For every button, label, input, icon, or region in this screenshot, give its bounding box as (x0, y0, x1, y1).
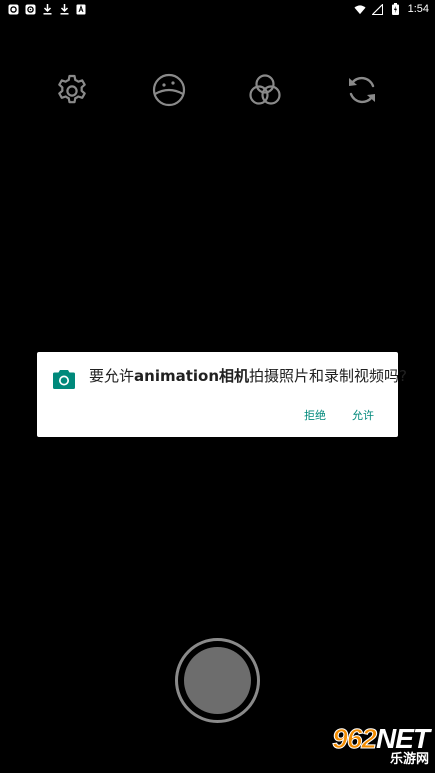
exposure-button[interactable] (149, 70, 189, 110)
app-name: animation相机 (134, 367, 250, 385)
deny-button[interactable]: 拒绝 (304, 407, 326, 423)
camera-toolbar (0, 70, 435, 110)
status-right: 1:54 (354, 3, 435, 15)
settings-button[interactable] (52, 70, 92, 110)
status-left (0, 3, 87, 15)
exposure-icon (152, 73, 186, 107)
watermark-net: NET (376, 723, 430, 754)
signal-icon (372, 3, 384, 15)
notification-o-icon (7, 3, 19, 15)
message-suffix: 拍摄照片和录制视频吗? (249, 367, 407, 385)
gear-icon (58, 74, 86, 104)
filters-button[interactable] (245, 70, 285, 110)
shutter-button[interactable] (175, 638, 260, 723)
switch-camera-button[interactable] (342, 70, 382, 110)
allow-button[interactable]: 允许 (352, 407, 374, 423)
camera-icon (52, 368, 76, 390)
dialog-message: 要允许animation相机拍摄照片和录制视频吗? (89, 366, 407, 386)
notification-a-icon (75, 3, 87, 15)
watermark-subtitle: 乐游网 (389, 752, 429, 767)
permission-dialog: 要允许animation相机拍摄照片和录制视频吗? 拒绝 允许 (37, 352, 407, 437)
dialog-actions: 拒绝 允许 (304, 407, 374, 423)
watermark-number: 962 NET (332, 723, 430, 754)
download-icon (58, 3, 70, 15)
watermark-digits: 962 (332, 723, 378, 754)
switch-camera-icon (349, 76, 375, 104)
message-prefix: 要允许 (89, 367, 135, 385)
status-time: 1:54 (407, 3, 429, 15)
filters-icon (249, 74, 281, 105)
shutter-inner (184, 647, 251, 714)
watermark-logo: 962 NET 乐游网 (295, 723, 430, 769)
notification-circle-icon (24, 3, 36, 15)
wifi-icon (354, 3, 366, 15)
status-bar: 1:54 (0, 0, 435, 18)
download-icon (41, 3, 53, 15)
battery-icon (390, 3, 402, 15)
